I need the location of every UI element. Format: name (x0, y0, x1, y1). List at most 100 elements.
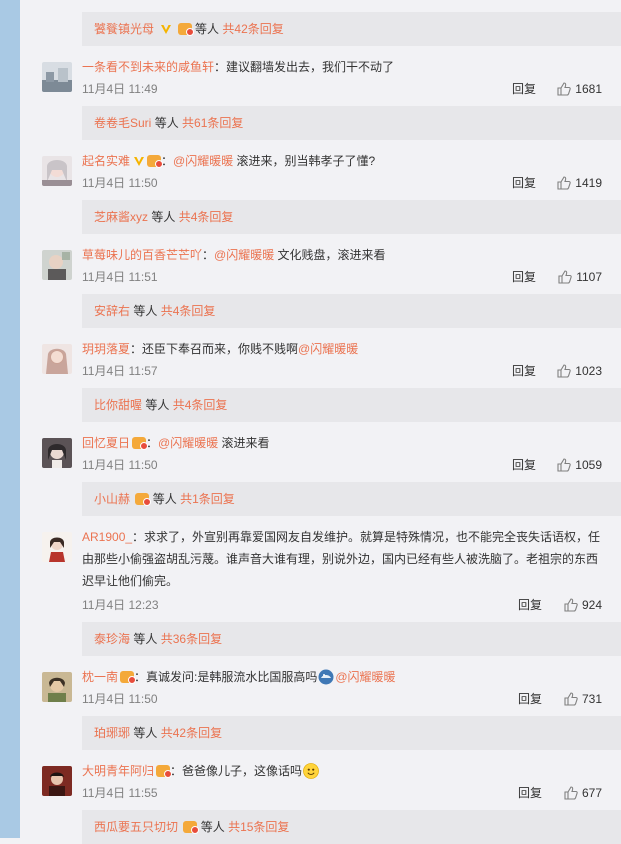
reply-user-link[interactable]: 安辞右 (94, 304, 130, 318)
comment-body-line: ：求求了，外宣别再靠爱国网友自发维护。就算是特殊情况，也不能完全丧失话语权，任 (132, 530, 601, 544)
reply-summary-box[interactable]: 泰珍海 等人 共36条回复 (82, 622, 621, 656)
reply-summary-box[interactable]: 西瓜要五只切切 等人 共15条回复 (82, 810, 621, 844)
reply-user-link[interactable]: 小山赫 (94, 492, 130, 506)
avatar[interactable] (42, 62, 72, 92)
reply-summary-box[interactable]: 小山赫 等人 共1条回复 (82, 482, 621, 516)
member-level-icon (147, 155, 164, 168)
member-level-icon (120, 671, 137, 684)
avatar[interactable] (42, 438, 72, 468)
reply-button[interactable]: 回复 (512, 456, 536, 474)
verified-v-icon (134, 157, 145, 166)
comment-meta: 11月4日 11:51 回复 1107 (82, 268, 602, 286)
comment-username[interactable]: 起名实难 (82, 154, 130, 168)
comment-text: 玥玥落夏：还臣下奉召而来，你贱不贱啊@闪耀暖暖 (82, 338, 602, 360)
like-button[interactable]: 731 (564, 690, 602, 708)
comment-username[interactable]: 枕一南 (82, 670, 118, 684)
reply-count-link[interactable]: 共42条回复 (222, 22, 283, 36)
reply-button[interactable]: 回复 (518, 784, 542, 802)
reply-count-link[interactable]: 共4条回复 (179, 210, 234, 224)
reply-summary-box[interactable]: 卷卷毛Suri 等人 共61条回复 (82, 106, 621, 140)
reply-user-link[interactable]: 比你甜喔 (94, 398, 142, 412)
comment-meta: 11月4日 12:23 回复 924 (82, 596, 602, 614)
comment-body: ：还臣下奉召而来，你贱不贱啊 (130, 342, 299, 356)
thumbs-up-icon (564, 786, 578, 800)
reply-button[interactable]: 回复 (512, 268, 536, 286)
reply-count-link[interactable]: 共4条回复 (173, 398, 228, 412)
comment-time: 11月4日 11:50 (82, 176, 158, 190)
thumbs-up-icon (557, 364, 572, 378)
reply-user-link[interactable]: 饕餮镇光母 (94, 22, 154, 36)
avatar[interactable] (42, 672, 72, 702)
comment-time: 11月4日 11:51 (82, 270, 158, 284)
comment-username[interactable]: 回忆夏日 (82, 436, 130, 450)
mention-link[interactable]: @闪耀暖暖 (335, 670, 395, 684)
like-count: 677 (581, 786, 602, 800)
like-button[interactable]: 924 (564, 596, 602, 614)
comment-text: 回忆夏日 ：@闪耀暖暖 滚进来看 (82, 436, 270, 450)
like-button[interactable]: 1023 (557, 362, 602, 380)
reply-count-link[interactable]: 共42条回复 (161, 726, 222, 740)
reply-summary-box[interactable]: 珀琊琊 等人 共42条回复 (82, 716, 621, 750)
comment-body: ：真诚发问:是韩服流水比国服高吗 (134, 670, 318, 684)
like-count: 1107 (576, 270, 602, 284)
comment-meta: 11月4日 11:49 回复 1681 (82, 80, 602, 98)
avatar[interactable] (42, 250, 72, 280)
member-level-icon (156, 765, 173, 778)
mention-link[interactable]: @闪耀暖暖 (173, 154, 233, 168)
reply-count-link[interactable]: 共1条回复 (180, 492, 235, 506)
like-count: 924 (581, 598, 602, 612)
reply-user-link[interactable]: 卷卷毛Suri (94, 116, 151, 130)
like-count: 1059 (575, 458, 602, 472)
comment-body: 滚进来，别当韩孝子了懂? (233, 154, 376, 168)
like-button[interactable]: 677 (564, 784, 602, 802)
like-count: 1023 (575, 364, 602, 378)
avatar[interactable] (42, 532, 72, 562)
reply-button[interactable]: 回复 (518, 596, 542, 614)
reply-count-link[interactable]: 共61条回复 (182, 116, 243, 130)
mention-link[interactable]: @闪耀暖暖 (298, 342, 358, 356)
like-button[interactable]: 1059 (557, 456, 602, 474)
thumbs-up-icon (557, 82, 572, 96)
reply-user-link[interactable]: 西瓜要五只切切 (94, 820, 178, 834)
mention-link[interactable]: @闪耀暖暖 (214, 248, 274, 262)
mention-link[interactable]: @闪耀暖暖 (158, 436, 218, 450)
like-button[interactable]: 1107 (558, 268, 602, 286)
comment-username[interactable]: 一条看不到未来的咸鱼轩 (82, 60, 214, 74)
avatar[interactable] (42, 156, 72, 186)
reply-suffix: 等人 (195, 22, 220, 36)
reply-suffix: 等人 (152, 492, 177, 506)
avatar[interactable] (42, 344, 72, 374)
like-button[interactable]: 1681 (557, 80, 602, 98)
comment-username[interactable]: 玥玥落夏 (82, 342, 130, 356)
like-button[interactable]: 1419 (557, 174, 602, 192)
comment-username[interactable]: 大明青年阿归 (82, 764, 154, 778)
reply-summary-box[interactable]: 比你甜喔 等人 共4条回复 (82, 388, 621, 422)
comment-username[interactable]: 草莓味儿的百香芒芒吖 (82, 248, 202, 262)
comment-meta: 11月4日 11:50 回复 731 (82, 690, 602, 708)
reply-count-link[interactable]: 共15条回复 (228, 820, 289, 834)
verified-v-icon (161, 25, 172, 34)
reply-count-link[interactable]: 共4条回复 (161, 304, 216, 318)
like-count: 731 (581, 692, 602, 706)
reply-button[interactable]: 回复 (512, 80, 536, 98)
reply-user-link[interactable]: 珀琊琊 (94, 726, 130, 740)
avatar[interactable] (42, 766, 72, 796)
reply-suffix: 等人 (133, 304, 158, 318)
comment-body-line: 迟早让他们偷完。 (82, 574, 179, 588)
reply-button[interactable]: 回复 (518, 690, 542, 708)
reply-button[interactable]: 回复 (512, 174, 536, 192)
comment-time: 11月4日 12:23 (82, 598, 159, 612)
reply-suffix: 等人 (151, 210, 176, 224)
comment-username[interactable]: AR1900_ (82, 530, 132, 544)
reply-summary-box[interactable]: 饕餮镇光母 等人 共42条回复 (82, 12, 621, 46)
reply-summary-box[interactable]: 安辞右 等人 共4条回复 (82, 294, 621, 328)
reply-suffix: 等人 (133, 632, 158, 646)
reply-button[interactable]: 回复 (512, 362, 536, 380)
member-level-icon (183, 821, 200, 834)
comment-time: 11月4日 11:50 (82, 692, 158, 706)
reply-count-link[interactable]: 共36条回复 (161, 632, 222, 646)
reply-user-link[interactable]: 芝麻酱xyz (94, 210, 148, 224)
reply-summary-box[interactable]: 芝麻酱xyz 等人 共4条回复 (82, 200, 621, 234)
thumbs-up-icon (558, 270, 572, 284)
reply-user-link[interactable]: 泰珍海 (94, 632, 130, 646)
